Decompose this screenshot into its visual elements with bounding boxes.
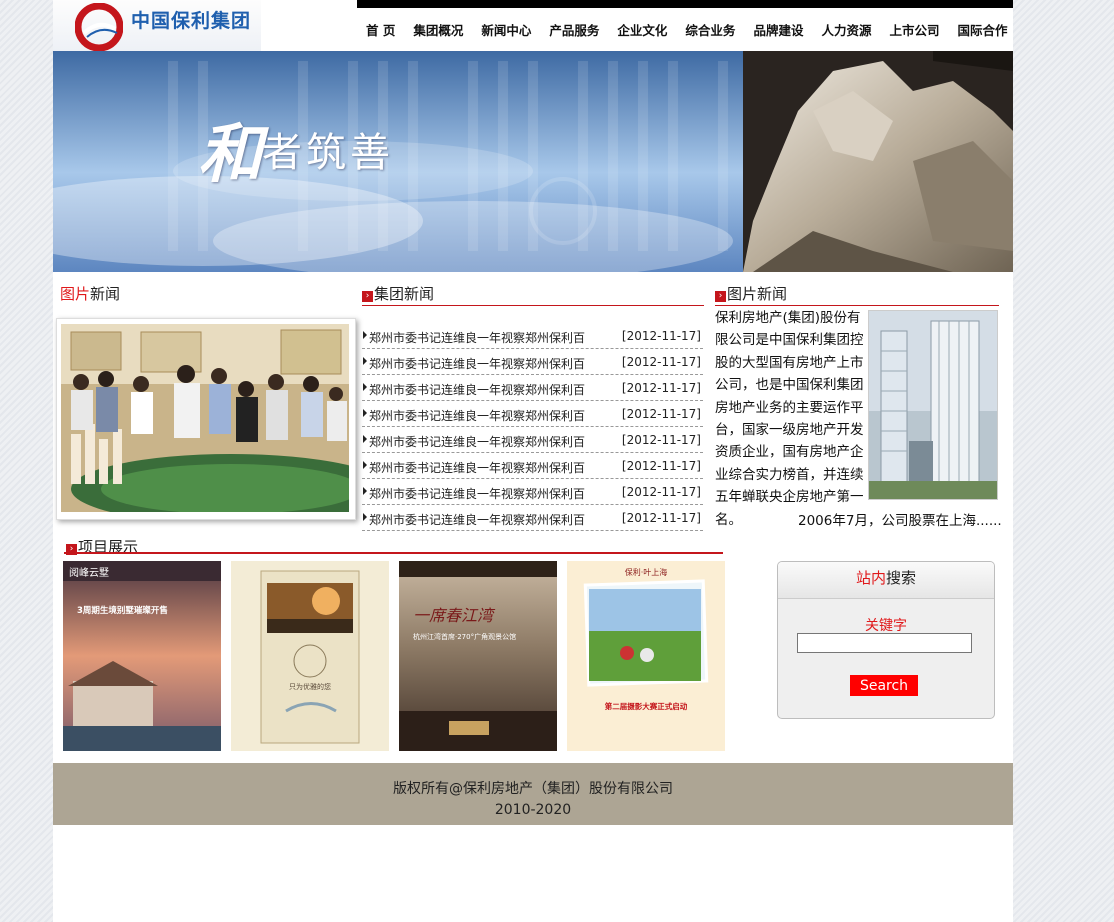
project-poster-image: 只为优雅的您: [231, 561, 389, 751]
nav-item-international[interactable]: 国际合作: [948, 20, 1016, 39]
group-news-title-text: 集团新闻: [374, 285, 435, 303]
company-section-title-text: 图片新闻: [727, 285, 788, 303]
project-poster-image: 阅峰云墅 3周期生境别墅璀璨开售: [63, 561, 221, 751]
search-input[interactable]: [797, 633, 972, 653]
project-card[interactable]: 只为优雅的您: [231, 561, 389, 751]
building-image: [868, 310, 998, 500]
footer: 版权所有@保利房地产（集团）股份有限公司 2010-2020: [53, 763, 1013, 825]
arrow-right-icon: ›: [362, 291, 373, 302]
company-underline: [715, 305, 999, 306]
group-news-list: 郑州市委书记连维良一年视察郑州保利百 [2012-11-17] 郑州市委书记连维良…: [362, 323, 703, 531]
news-item-title[interactable]: 郑州市委书记连维良一年视察郑州保利百: [369, 407, 585, 424]
company-more-text[interactable]: 2006年7月，公司股票在上海......: [798, 509, 1002, 529]
project-poster-image: 一席春江湾 杭州江湾首席·270°广角观景公馆: [399, 561, 557, 751]
news-item-date: [2012-11-17]: [621, 459, 701, 473]
bullet-triangle-icon: [363, 409, 367, 417]
news-item[interactable]: 郑州市委书记连维良一年视察郑州保利百 [2012-11-17]: [362, 349, 703, 375]
nav-item-products[interactable]: 产品服务: [540, 20, 608, 39]
news-item-title[interactable]: 郑州市委书记连维良一年视察郑州保利百: [369, 433, 585, 450]
footer-copyright: 版权所有@保利房地产（集团）股份有限公司: [393, 781, 673, 797]
project-name: 只为优雅的您: [289, 682, 331, 691]
site-search-title: 站内搜索: [778, 562, 994, 599]
news-item[interactable]: 郑州市委书记连维良一年视察郑州保利百 [2012-11-17]: [362, 375, 703, 401]
banner-slogan-text: 者筑善: [262, 130, 394, 176]
project-name: 保利·叶上海: [625, 567, 668, 577]
banner-slogan-calligraphy: 和: [198, 117, 262, 192]
bullet-triangle-icon: [363, 331, 367, 339]
news-item-date: [2012-11-17]: [621, 381, 701, 395]
project-caption: 3周期生境别墅璀璨开售: [77, 605, 168, 616]
bullet-triangle-icon: [363, 513, 367, 521]
footer-years: 2010-2020: [494, 802, 572, 818]
news-item[interactable]: 郑州市委书记连维良一年视察郑州保利百 [2012-11-17]: [362, 323, 703, 349]
project-card[interactable]: 保利·叶上海 第二届摄影大赛正式启动: [567, 561, 725, 751]
bullet-triangle-icon: [363, 461, 367, 469]
nav-item-news-center[interactable]: 新闻中心: [472, 20, 540, 39]
page: 中国保利集团 首 页 集团概况 新闻中心 产品服务 企业文化 综合业务 品牌建设…: [53, 0, 1013, 922]
photo-news-title-rest: 新闻: [90, 285, 121, 303]
bullet-triangle-icon: [363, 435, 367, 443]
photo-news-title-red: 图片: [60, 285, 91, 303]
company-intro-text: 保利房地产(集团)股份有限公司是中国保利集团控股的大型国有房地产上市公司，也是中…: [715, 310, 864, 528]
news-item-date: [2012-11-17]: [621, 485, 701, 499]
news-item-title[interactable]: 郑州市委书记连维良一年视察郑州保利百: [369, 381, 585, 398]
nav-item-home[interactable]: 首 页: [357, 20, 404, 39]
news-item-title[interactable]: 郑州市委书记连维良一年视察郑州保利百: [369, 355, 585, 372]
banner-background-art: [53, 51, 1013, 272]
projects-underline: [64, 552, 723, 554]
news-item-date: [2012-11-17]: [621, 355, 701, 369]
header: 中国保利集团 首 页 集团概况 新闻中心 产品服务 企业文化 综合业务 品牌建设…: [53, 0, 1013, 51]
arrow-right-icon: ›: [715, 291, 726, 302]
banner: 和者筑善: [53, 51, 1013, 272]
visit-photo-image: [61, 324, 349, 512]
project-name: 阅峰云墅: [69, 566, 109, 579]
nav-top-bar: [357, 0, 1013, 8]
logo-text: 中国保利集团: [131, 10, 252, 32]
news-item[interactable]: 郑州市委书记连维良一年视察郑州保利百 [2012-11-17]: [362, 479, 703, 505]
photo-news-title: 图片新闻: [60, 283, 120, 304]
project-name: 一席春江湾: [413, 606, 496, 625]
news-item[interactable]: 郑州市委书记连维良一年视察郑州保利百 [2012-11-17]: [362, 505, 703, 531]
news-item-date: [2012-11-17]: [621, 407, 701, 421]
keyword-label: 关键字: [865, 618, 907, 634]
site-search-panel: 站内搜索 关键字 Search: [777, 561, 995, 719]
news-item-title[interactable]: 郑州市委书记连维良一年视察郑州保利百: [369, 329, 585, 346]
news-item[interactable]: 郑州市委书记连维良一年视察郑州保利百 [2012-11-17]: [362, 453, 703, 479]
news-item-title[interactable]: 郑州市委书记连维良一年视察郑州保利百: [369, 459, 585, 476]
nav-item-culture[interactable]: 企业文化: [608, 20, 676, 39]
search-button[interactable]: Search: [850, 675, 918, 696]
main-nav: 首 页 集团概况 新闻中心 产品服务 企业文化 综合业务 品牌建设 人力资源 上…: [357, 8, 1013, 51]
news-item-date: [2012-11-17]: [621, 329, 701, 343]
site-search-title-red: 站内: [855, 569, 886, 587]
group-news-title: › 集团新闻: [362, 283, 434, 304]
nav-item-group-overview[interactable]: 集团概况: [404, 20, 472, 39]
bullet-triangle-icon: [363, 357, 367, 365]
nav-item-hr[interactable]: 人力资源: [812, 20, 880, 39]
bullet-triangle-icon: [363, 487, 367, 495]
poly-logo-icon: [75, 3, 123, 51]
nav-item-business[interactable]: 综合业务: [676, 20, 744, 39]
news-item[interactable]: 郑州市委书记连维良一年视察郑州保利百 [2012-11-17]: [362, 401, 703, 427]
nav-item-listed-company[interactable]: 上市公司: [880, 20, 948, 39]
news-item-title[interactable]: 郑州市委书记连维良一年视察郑州保利百: [369, 485, 585, 502]
nav-item-brand[interactable]: 品牌建设: [744, 20, 812, 39]
news-item-date: [2012-11-17]: [621, 511, 701, 525]
company-section-title: › 图片新闻: [715, 283, 787, 304]
project-card[interactable]: 一席春江湾 杭州江湾首席·270°广角观景公馆: [399, 561, 557, 751]
project-caption: 第二届摄影大赛正式启动: [605, 701, 688, 711]
site-search-title-rest: 搜索: [886, 569, 917, 587]
banner-slogan: 和者筑善: [198, 103, 394, 195]
logo[interactable]: 中国保利集团: [53, 0, 261, 51]
bullet-triangle-icon: [363, 383, 367, 391]
project-caption: 杭州江湾首席·270°广角观景公馆: [413, 632, 516, 641]
news-item-date: [2012-11-17]: [621, 433, 701, 447]
news-item[interactable]: 郑州市委书记连维良一年视察郑州保利百 [2012-11-17]: [362, 427, 703, 453]
news-item-title[interactable]: 郑州市委书记连维良一年视察郑州保利百: [369, 511, 585, 528]
project-poster-image: 保利·叶上海 第二届摄影大赛正式启动: [567, 561, 725, 751]
photo-news-image[interactable]: [56, 318, 356, 520]
project-card[interactable]: 阅峰云墅 3周期生境别墅璀璨开售: [63, 561, 221, 751]
group-news-underline: [362, 305, 704, 306]
